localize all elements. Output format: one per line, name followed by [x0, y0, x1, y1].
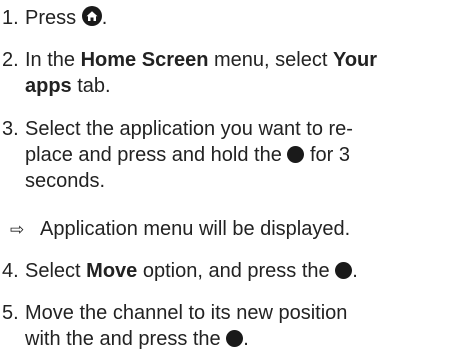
step-text-part: Press: [25, 7, 77, 29]
step-text-part: option, and press the: [137, 260, 336, 282]
arrow-icon: ⇨: [10, 220, 25, 239]
step-text: Press .: [25, 5, 449, 31]
step-text-part: place and press and hold the: [25, 144, 288, 166]
home-icon: [81, 6, 102, 26]
step-text-part: .: [243, 328, 249, 350]
step-text-part: for 3: [304, 144, 350, 166]
instructions: 1. Press . 2. In the Home Screen menu, s…: [0, 0, 451, 350]
step-text-part: menu, select: [208, 49, 333, 71]
tab-name: Your: [332, 49, 378, 71]
step-number: 5.: [2, 302, 19, 324]
option-name: Move: [86, 260, 138, 282]
step-line: place and press and hold the for 3: [25, 142, 449, 168]
tab-name: apps: [25, 75, 72, 97]
ok-button-icon: [287, 146, 305, 163]
step-line: Select the application you want to re-: [25, 118, 353, 140]
step-result: ⇨ Application menu will be displayed.: [10, 216, 450, 243]
step-line: seconds.: [25, 170, 106, 192]
step-text-part: .: [101, 7, 108, 29]
step-text: In the Home Screen menu, select Your app…: [25, 47, 449, 99]
result-text: Application menu will be displayed.: [40, 218, 351, 240]
step-line: In the Home Screen menu, select Your: [25, 47, 449, 73]
ok-button-icon: [226, 330, 244, 347]
step-number: 1.: [2, 7, 19, 29]
step-text: Move the channel to its new position wit…: [25, 300, 449, 352]
menu-name: Home Screen: [80, 49, 209, 71]
ok-button-icon: [335, 262, 353, 279]
step-text: Select the application you want to re- p…: [25, 116, 449, 194]
step-text-part: Select: [25, 260, 87, 282]
step-number: 2.: [2, 49, 19, 71]
step-line: apps tab.: [25, 73, 449, 99]
step-line: Move the channel to its new position: [25, 302, 348, 324]
step-text: Select Move option, and press the .: [25, 258, 449, 284]
step-text-part: .: [352, 260, 358, 282]
step-text-part: with the and press the: [25, 328, 227, 350]
step-number: 4.: [2, 260, 19, 282]
step-text-part: In the: [25, 49, 81, 71]
step-number: 3.: [2, 118, 19, 140]
step-line: with the and press the .: [25, 326, 449, 352]
step-text-part: tab.: [71, 75, 111, 97]
